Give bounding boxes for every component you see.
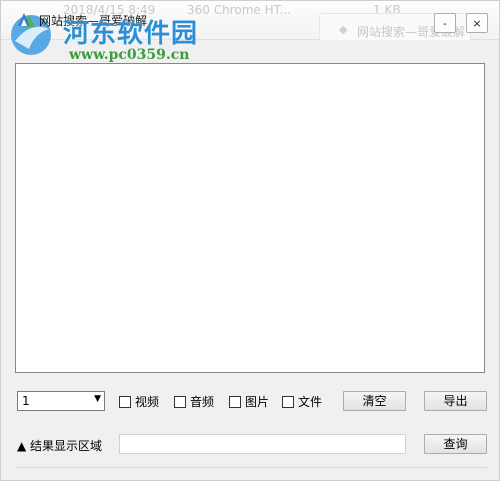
checkbox-audio-label: 音频 [190,395,215,409]
count-select-value: 1 [22,394,30,408]
watermark-logo: 河东软件园 [63,19,199,49]
checkbox-file-box[interactable] [282,395,294,408]
clear-button[interactable]: 清空 [343,391,406,411]
results-area-label: ▲ 结果显示区域 [17,439,103,453]
checkbox-video-box[interactable] [119,395,131,408]
checkbox-audio-box[interactable] [174,395,186,408]
close-button[interactable]: × [466,13,488,33]
app-logo-icon [18,13,30,26]
search-button[interactable]: 查询 [424,434,487,454]
checkbox-image[interactable]: 图片 [229,393,269,409]
checkbox-file[interactable]: 文件 [282,393,322,409]
chevron-down-icon: ▼ [94,394,101,404]
app-window: 2018/4/15 8:49 360 Chrome HT... 1 KB ◆ 网… [0,0,500,481]
bottom-divider [15,467,487,468]
checkbox-image-box[interactable] [229,395,241,408]
watermark-url: www.pc0359.cn [69,47,190,63]
checkbox-video-label: 视频 [135,395,160,409]
checkbox-image-label: 图片 [245,395,270,409]
background-tab-icon: ◆ [339,23,348,36]
count-select[interactable]: 1 ▼ [17,391,105,411]
results-list[interactable] [15,63,485,373]
search-input[interactable] [119,434,406,454]
checkbox-file-label: 文件 [298,395,323,409]
export-button[interactable]: 导出 [424,391,487,411]
minimize-button[interactable]: - [434,13,456,33]
checkbox-video[interactable]: 视频 [119,393,159,409]
ghost-type: 360 Chrome HT... [187,3,291,17]
checkbox-audio[interactable]: 音频 [174,393,214,409]
